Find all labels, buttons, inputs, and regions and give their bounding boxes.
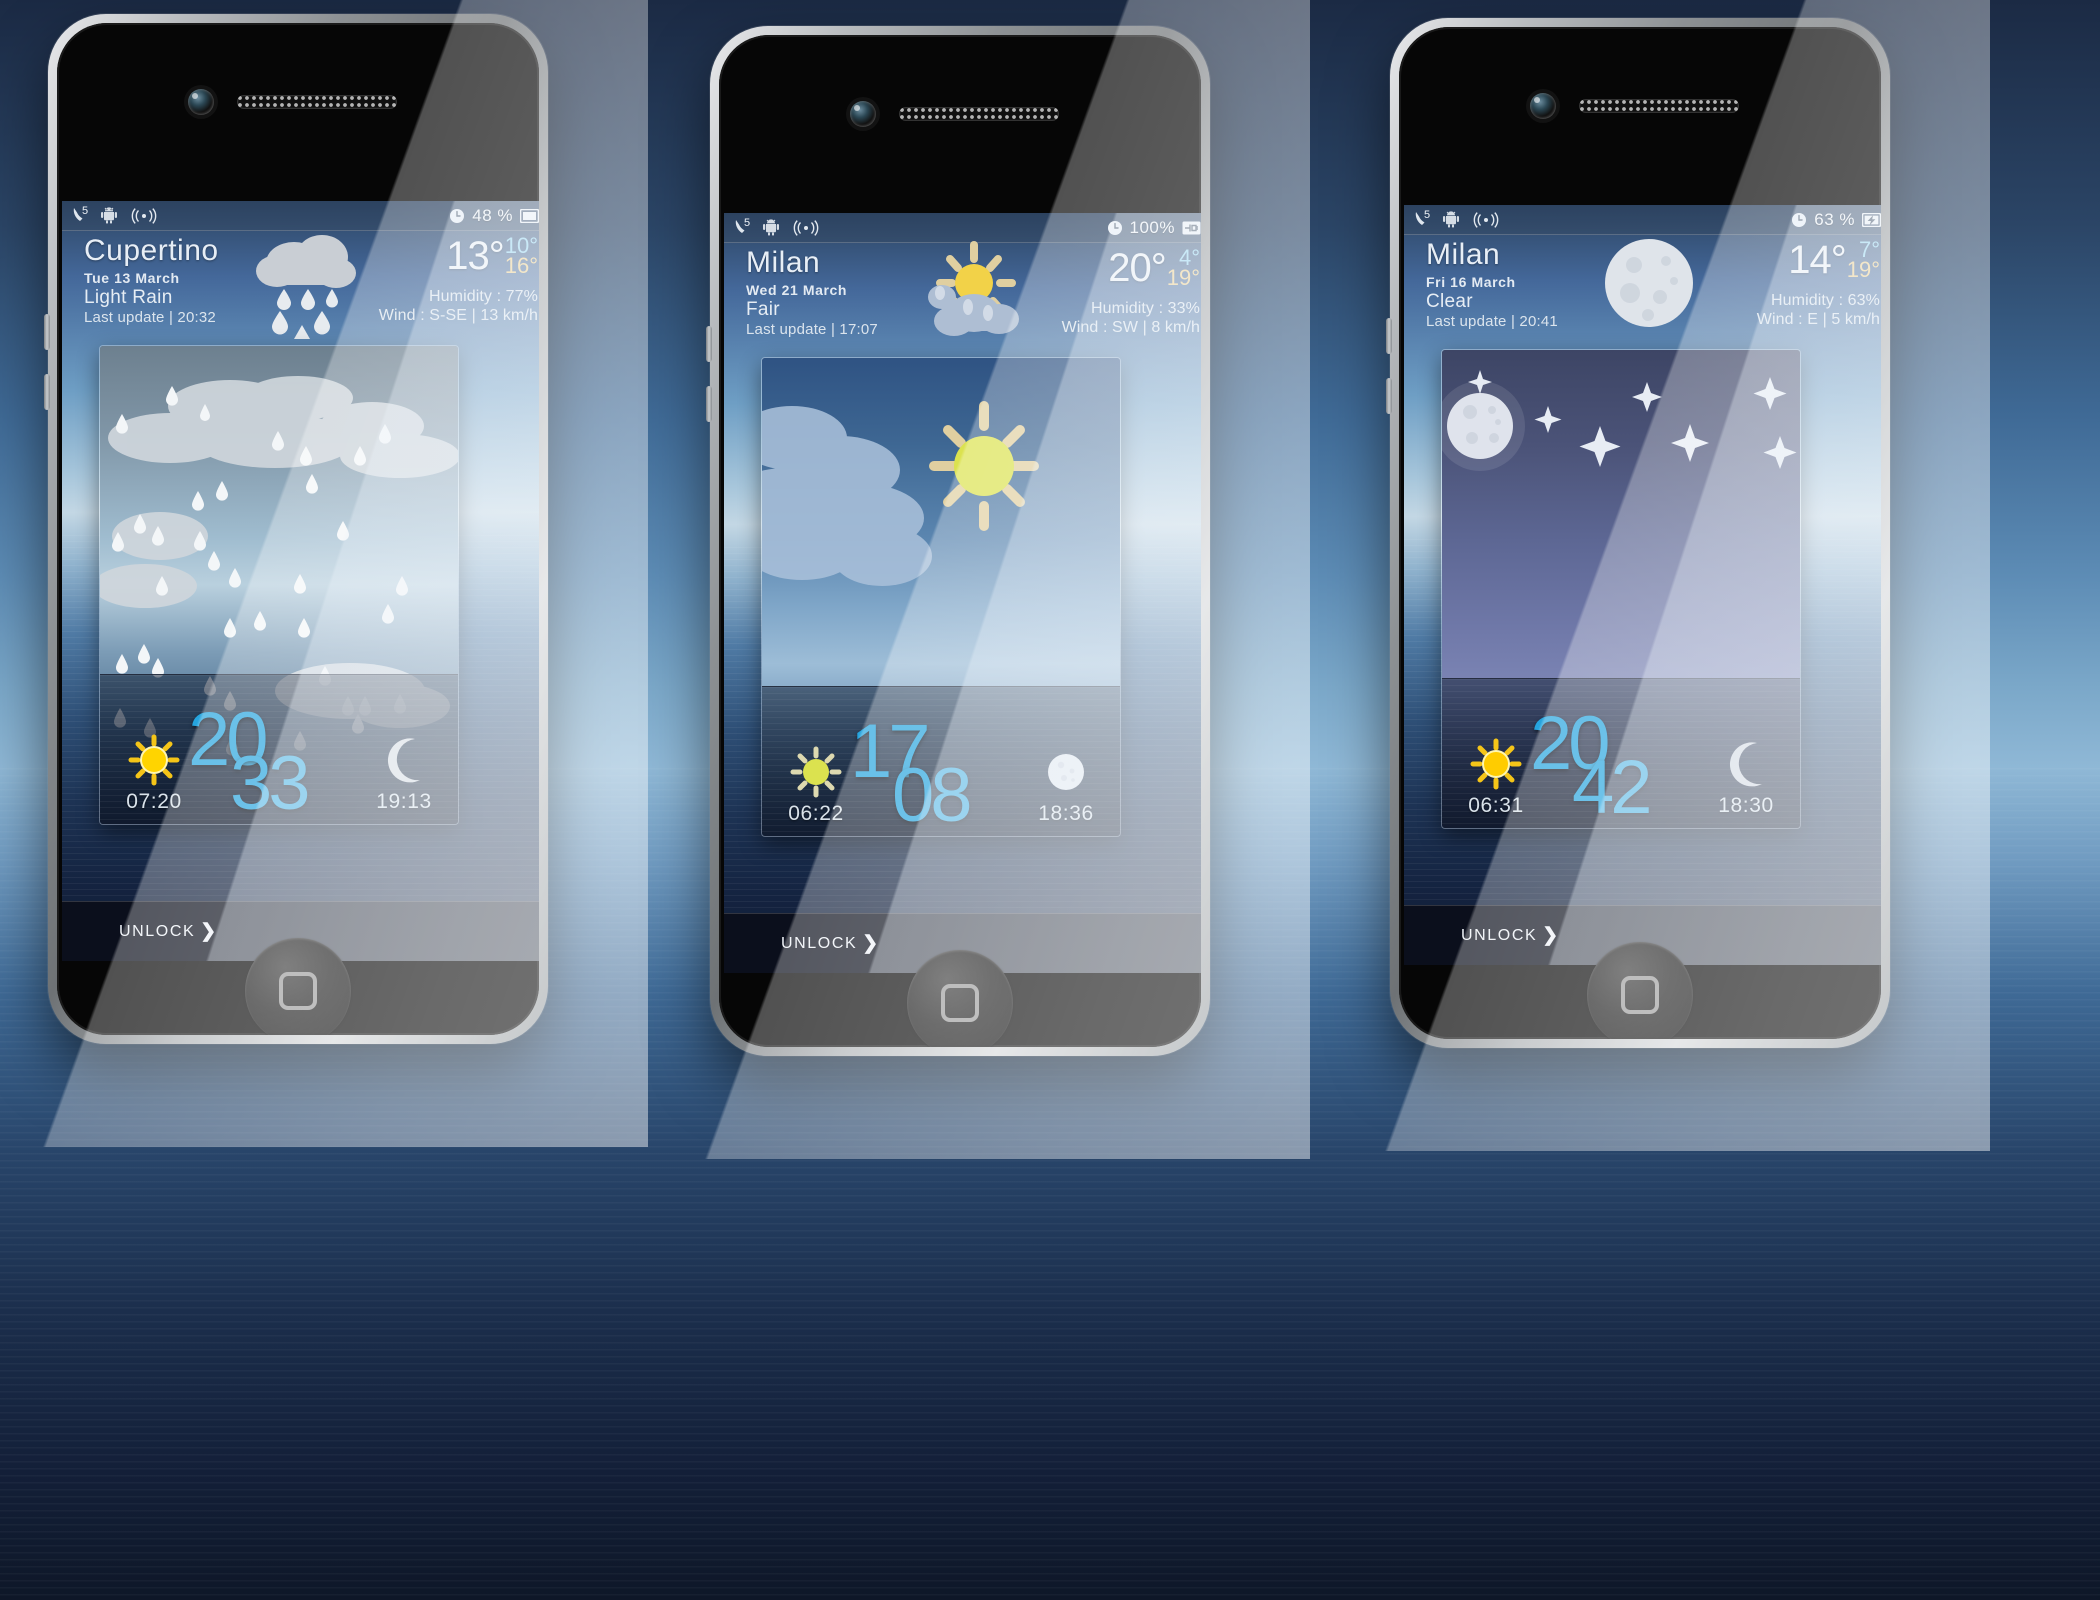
phone-device-2: 5 100% Milan Wed 21 March Fair Last upda… bbox=[660, 0, 1310, 1159]
volume-up-button-3[interactable] bbox=[1386, 318, 1392, 354]
volume-up-button-2[interactable] bbox=[706, 326, 712, 362]
unlock-label: UNLOCK bbox=[781, 934, 858, 952]
phone-icon: 5 bbox=[1414, 209, 1431, 228]
city-name: Cupertino bbox=[84, 234, 219, 267]
clock-minutes: 33 bbox=[230, 741, 311, 825]
lockscreen-2: 5 100% Milan Wed 21 March Fair Last upda… bbox=[724, 213, 1201, 973]
full-moon-icon bbox=[1018, 745, 1114, 799]
current-temperature: 20° bbox=[1108, 246, 1166, 290]
battery-charging-bolt-icon bbox=[1862, 212, 1881, 227]
high-temperature: 19° bbox=[1846, 257, 1880, 282]
chevron-right-icon: ❯ bbox=[200, 921, 218, 942]
chevron-right-icon: ❯ bbox=[1542, 925, 1560, 946]
volume-down-button-3[interactable] bbox=[1386, 378, 1392, 414]
sunset-block: 18:36 bbox=[1018, 745, 1114, 826]
missed-call-count: 5 bbox=[744, 217, 751, 229]
clock-row-1: 07:20 20 33 19:13 bbox=[100, 698, 458, 822]
phone-icon: 5 bbox=[72, 205, 89, 224]
clock-minutes: 08 bbox=[892, 753, 973, 837]
weather-scene-panel-3[interactable]: 06:31 20 42 18:30 bbox=[1441, 349, 1801, 829]
earpiece-speaker bbox=[1579, 99, 1739, 113]
signal-wave-icon bbox=[131, 207, 157, 224]
alarm-clock-icon bbox=[449, 208, 465, 224]
unlock-label: UNLOCK bbox=[119, 922, 196, 940]
last-update-label: Last update | 20:32 bbox=[84, 308, 216, 326]
weather-header-2: Milan Wed 21 March Fair Last update | 17… bbox=[724, 241, 1201, 349]
weather-date: Wed 21 March bbox=[746, 281, 848, 298]
battery-percent-label: 63 % bbox=[1814, 209, 1855, 229]
volume-up-button-1[interactable] bbox=[44, 314, 50, 350]
wind-label: Wind : S-SE | 13 km/h bbox=[378, 307, 538, 324]
battery-icon bbox=[520, 208, 539, 223]
weather-header-3: Milan Fri 16 March Clear Last update | 2… bbox=[1404, 235, 1881, 341]
clock-minutes: 42 bbox=[1572, 745, 1653, 829]
front-camera-icon bbox=[850, 101, 876, 127]
crescent-moon-icon bbox=[356, 733, 452, 787]
humidity-label: Humidity : 77% bbox=[429, 288, 538, 305]
chevron-right-icon: ❯ bbox=[862, 933, 880, 954]
front-camera-icon bbox=[1530, 93, 1556, 119]
high-temperature: 16° bbox=[504, 253, 538, 278]
wind-label: Wind : E | 5 km/h bbox=[1756, 311, 1880, 328]
volume-down-button-1[interactable] bbox=[44, 374, 50, 410]
rain-cloud-icon bbox=[232, 227, 382, 339]
volume-down-button-2[interactable] bbox=[706, 386, 712, 422]
battery-charging-plug-icon bbox=[1182, 221, 1201, 235]
sunset-time: 19:13 bbox=[376, 790, 432, 813]
sunset-time: 18:30 bbox=[1718, 794, 1774, 817]
weather-condition: Fair bbox=[746, 298, 780, 320]
humidity-label: Humidity : 33% bbox=[1091, 300, 1200, 317]
wind-label: Wind : SW | 8 km/h bbox=[1061, 319, 1200, 336]
android-icon bbox=[1442, 211, 1460, 228]
full-moon-icon bbox=[1574, 231, 1724, 343]
weather-condition: Light Rain bbox=[84, 286, 173, 308]
phone-device-1: 5 48 % Cupertino Tue 13 March Light Rain… bbox=[0, 0, 648, 1147]
alarm-clock-icon bbox=[1791, 212, 1807, 228]
phone-icon: 5 bbox=[734, 217, 751, 236]
weather-date: Fri 16 March bbox=[1426, 273, 1516, 290]
missed-call-count: 5 bbox=[82, 205, 89, 217]
weather-header-1: Cupertino Tue 13 March Light Rain Last u… bbox=[62, 231, 539, 339]
weather-scene-panel-2[interactable]: 06:22 17 08 18:36 bbox=[761, 357, 1121, 837]
big-clock-3: 20 42 bbox=[1526, 706, 1716, 829]
lockscreen-1: 5 48 % Cupertino Tue 13 March Light Rain… bbox=[62, 201, 539, 961]
clock-row-2: 06:22 17 08 18:36 bbox=[762, 710, 1120, 834]
front-camera-icon bbox=[188, 89, 214, 115]
weather-scene-panel-1[interactable]: 07:20 20 33 19:13 bbox=[99, 345, 459, 825]
android-icon bbox=[100, 207, 118, 224]
last-update-label: Last update | 20:41 bbox=[1426, 312, 1558, 330]
big-clock-2: 17 08 bbox=[846, 714, 1036, 837]
sun-behind-cloud-icon bbox=[894, 239, 1044, 351]
battery-percent-label: 48 % bbox=[472, 205, 513, 225]
weather-date: Tue 13 March bbox=[84, 269, 180, 286]
home-button-1[interactable] bbox=[245, 938, 351, 1035]
signal-wave-icon bbox=[793, 219, 819, 236]
current-temperature: 13° bbox=[446, 234, 504, 278]
battery-percent-label: 100% bbox=[1129, 217, 1175, 237]
big-clock-1: 20 33 bbox=[184, 702, 374, 825]
alarm-clock-icon bbox=[1107, 220, 1123, 236]
clock-row-3: 06:31 20 42 18:30 bbox=[1442, 702, 1800, 826]
home-button-2[interactable] bbox=[907, 950, 1013, 1047]
current-temperature: 14° bbox=[1788, 238, 1846, 282]
earpiece-speaker bbox=[237, 95, 397, 109]
humidity-label: Humidity : 63% bbox=[1771, 292, 1880, 309]
unlock-label: UNLOCK bbox=[1461, 926, 1538, 944]
earpiece-speaker bbox=[899, 107, 1059, 121]
phone-device-3: 5 63 % Milan Fri 16 March Clear Last upd… bbox=[1340, 0, 1990, 1151]
lockscreen-3: 5 63 % Milan Fri 16 March Clear Last upd… bbox=[1404, 205, 1881, 965]
sunset-block: 18:30 bbox=[1698, 737, 1794, 818]
android-icon bbox=[762, 219, 780, 236]
city-name: Milan bbox=[746, 246, 821, 279]
city-name: Milan bbox=[1426, 238, 1501, 271]
home-button-3[interactable] bbox=[1587, 942, 1693, 1039]
weather-condition: Clear bbox=[1426, 290, 1473, 312]
missed-call-count: 5 bbox=[1424, 209, 1431, 221]
high-temperature: 19° bbox=[1166, 265, 1200, 290]
signal-wave-icon bbox=[1473, 211, 1499, 228]
sunset-time: 18:36 bbox=[1038, 802, 1094, 825]
crescent-moon-icon bbox=[1698, 737, 1794, 791]
last-update-label: Last update | 17:07 bbox=[746, 320, 878, 338]
sunset-block: 19:13 bbox=[356, 733, 452, 814]
